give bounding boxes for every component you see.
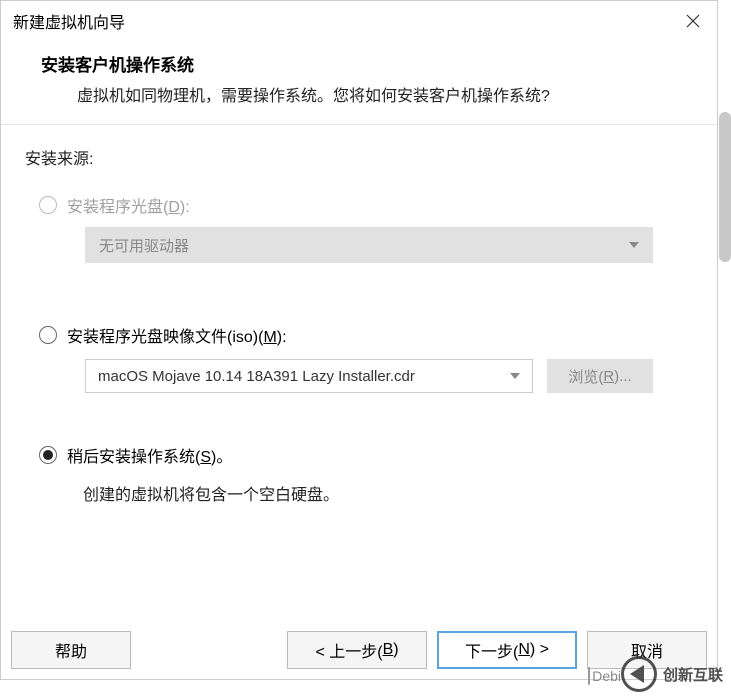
install-source-label: 安装来源: bbox=[25, 145, 693, 169]
wizard-body: 安装来源: 安装程序光盘(D): 无可用驱动器 安装程序光盘映像文件(iso)(… bbox=[1, 125, 717, 515]
wizard-footer: 帮助 < 上一步(B) 下一步(N) > 取消 bbox=[11, 631, 707, 669]
header-description: 虚拟机如同物理机，需要操作系统。您将如何安装客户机操作系统? bbox=[77, 82, 677, 106]
watermark-debi: Debi bbox=[588, 668, 621, 684]
iso-file-row: macOS Mojave 10.14 18A391 Lazy Installer… bbox=[85, 359, 653, 393]
header-title: 安装客户机操作系统 bbox=[41, 51, 677, 76]
option-iso-file-label: 安装程序光盘映像文件(iso)(M): bbox=[67, 323, 287, 347]
brand-text: 创新互联 bbox=[663, 664, 723, 685]
brand-icon bbox=[621, 656, 657, 692]
option-installer-disc: 安装程序光盘(D): bbox=[25, 193, 693, 217]
radio-installer-disc bbox=[39, 196, 57, 214]
radio-install-later[interactable] bbox=[39, 446, 57, 464]
watermark-brand: 创新互联 bbox=[621, 656, 723, 692]
help-button[interactable]: 帮助 bbox=[11, 631, 131, 669]
iso-file-value: macOS Mojave 10.14 18A391 Lazy Installer… bbox=[98, 368, 415, 385]
option-installer-disc-label: 安装程序光盘(D): bbox=[67, 193, 190, 217]
footer-spacer bbox=[141, 631, 277, 669]
option-install-later[interactable]: 稍后安装操作系统(S)。 bbox=[25, 443, 693, 467]
browse-button: 浏览(R)... bbox=[547, 359, 653, 393]
disc-drive-value: 无可用驱动器 bbox=[99, 235, 189, 256]
chevron-down-icon bbox=[629, 242, 639, 248]
chat-icon bbox=[588, 667, 590, 685]
option-iso-file[interactable]: 安装程序光盘映像文件(iso)(M): bbox=[25, 323, 693, 347]
wizard-header: 安装客户机操作系统 虚拟机如同物理机，需要操作系统。您将如何安装客户机操作系统? bbox=[1, 41, 717, 125]
titlebar: 新建虚拟机向导 bbox=[1, 1, 717, 41]
install-later-hint: 创建的虚拟机将包含一个空白硬盘。 bbox=[83, 481, 693, 505]
scrollbar-thumb[interactable] bbox=[719, 112, 731, 262]
close-icon[interactable] bbox=[681, 9, 705, 33]
window-title: 新建虚拟机向导 bbox=[13, 9, 125, 33]
option-install-later-label: 稍后安装操作系统(S)。 bbox=[67, 443, 232, 467]
chevron-down-icon[interactable] bbox=[510, 373, 520, 379]
next-button[interactable]: 下一步(N) > bbox=[437, 631, 577, 669]
wizard-dialog: 新建虚拟机向导 安装客户机操作系统 虚拟机如同物理机，需要操作系统。您将如何安装… bbox=[0, 0, 718, 680]
back-button[interactable]: < 上一步(B) bbox=[287, 631, 427, 669]
radio-iso-file[interactable] bbox=[39, 326, 57, 344]
disc-drive-dropdown: 无可用驱动器 bbox=[85, 227, 653, 263]
iso-file-combo[interactable]: macOS Mojave 10.14 18A391 Lazy Installer… bbox=[85, 359, 533, 393]
